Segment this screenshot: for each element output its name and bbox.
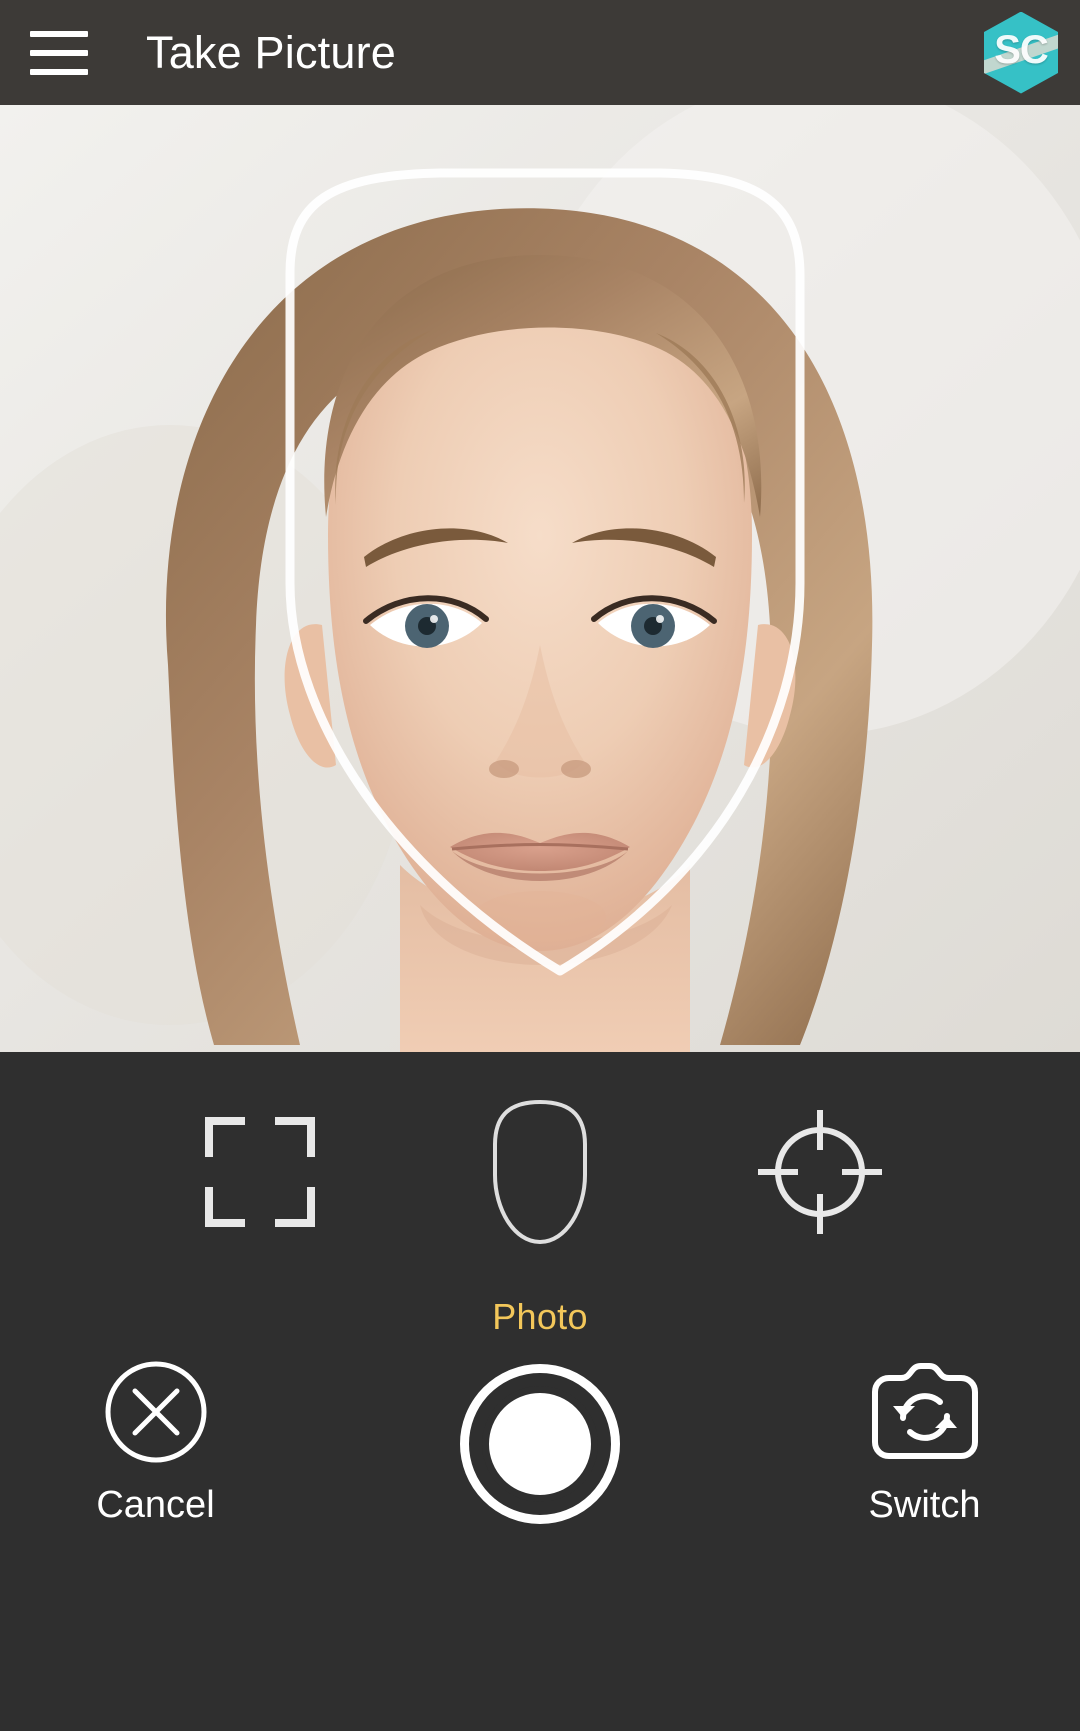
menu-bar-1 <box>30 30 88 37</box>
hamburger-menu-icon[interactable] <box>24 18 94 88</box>
current-mode-label: Photo <box>492 1296 588 1337</box>
preview-image <box>0 105 1080 1052</box>
camera-screen: Take Picture SC Photo Cancel Switch <box>0 0 1080 1731</box>
face-outline-mode-button[interactable] <box>475 1097 605 1247</box>
switch-glyph <box>867 1356 983 1468</box>
crop-frame-icon <box>205 1117 315 1227</box>
page-title: Take Picture <box>146 26 397 78</box>
camera-controls-panel: Photo Cancel Switch <box>0 1052 1080 1731</box>
menu-bar-2 <box>30 49 88 56</box>
switch-label: Switch <box>868 1484 981 1526</box>
shutter-button[interactable] <box>460 1364 620 1524</box>
menu-bar-3 <box>30 68 88 75</box>
crosshair-target-icon <box>758 1110 882 1234</box>
shutter-inner-circle <box>482 1386 598 1502</box>
face-oval-icon <box>493 1099 587 1245</box>
target-focus-mode-button[interactable] <box>755 1097 885 1247</box>
action-row: Cancel Switch <box>0 1338 1080 1731</box>
camera-preview[interactable] <box>0 105 1080 1052</box>
cancel-label: Cancel <box>96 1484 215 1526</box>
mode-selector-row <box>0 1072 1080 1272</box>
cancel-glyph <box>102 1356 210 1468</box>
logo-text: SC <box>994 28 1049 72</box>
app-bar: Take Picture SC <box>0 0 1080 105</box>
switch-camera-button[interactable]: Switch <box>817 1356 1032 1527</box>
app-logo-hexagon-icon[interactable]: SC <box>984 11 1058 94</box>
crop-frame-mode-button[interactable] <box>195 1097 325 1247</box>
close-circle-icon <box>105 1361 206 1463</box>
switch-camera-icon <box>871 1363 978 1459</box>
cancel-button[interactable]: Cancel <box>48 1356 263 1527</box>
